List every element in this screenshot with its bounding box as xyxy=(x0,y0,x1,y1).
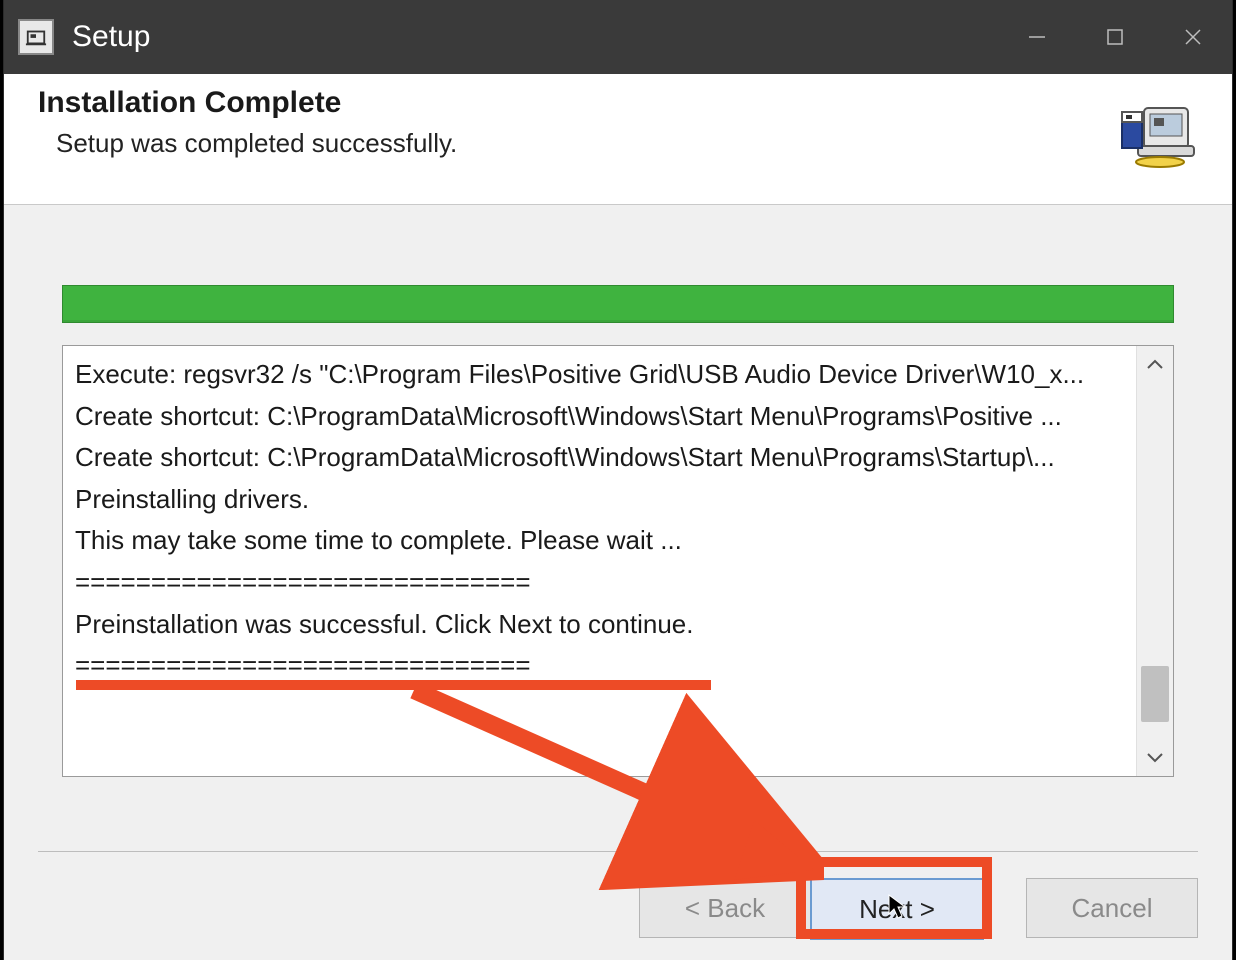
close-icon xyxy=(1183,27,1203,47)
back-button-label: < Back xyxy=(685,893,765,924)
progress-bar xyxy=(62,285,1174,323)
window-title: Setup xyxy=(72,20,150,54)
annotation-underline xyxy=(76,680,711,690)
button-row: < Back Next > Cancel xyxy=(38,878,1198,940)
minimize-icon xyxy=(1027,27,1047,47)
body-panel: Execute: regsvr32 /s "C:\Program Files\P… xyxy=(4,205,1232,777)
titlebar: Setup xyxy=(4,0,1232,74)
page-title: Installation Complete xyxy=(38,86,1198,120)
log-line: Preinstallation was successful. Click Ne… xyxy=(75,604,1133,646)
log-content: Execute: regsvr32 /s "C:\Program Files\P… xyxy=(75,354,1133,687)
next-button[interactable]: Next > xyxy=(810,878,984,940)
log-line: This may take some time to complete. Ple… xyxy=(75,520,1133,562)
scroll-up-button[interactable] xyxy=(1137,346,1173,382)
log-line: ============================== xyxy=(75,562,1133,604)
window-controls xyxy=(998,0,1232,74)
close-button[interactable] xyxy=(1154,0,1232,74)
next-button-label: Next > xyxy=(859,894,935,925)
log-line: Create shortcut: C:\ProgramData\Microsof… xyxy=(75,437,1133,479)
header-panel: Installation Complete Setup was complete… xyxy=(4,74,1232,205)
chevron-up-icon xyxy=(1146,358,1164,370)
maximize-icon xyxy=(1106,28,1124,46)
setup-window: Setup Installation Complete Setup was co… xyxy=(4,0,1232,960)
scroll-thumb[interactable] xyxy=(1141,666,1169,722)
maximize-button[interactable] xyxy=(1076,0,1154,74)
cancel-button[interactable]: Cancel xyxy=(1026,878,1198,938)
footer-separator xyxy=(38,851,1198,852)
scroll-down-button[interactable] xyxy=(1137,740,1173,776)
log-line: Preinstalling drivers. xyxy=(75,479,1133,521)
log-line: Create shortcut: C:\ProgramData\Microsof… xyxy=(75,396,1133,438)
page-subtitle: Setup was completed successfully. xyxy=(56,128,1198,159)
installer-icon xyxy=(1114,90,1198,179)
log-line: Execute: regsvr32 /s "C:\Program Files\P… xyxy=(75,354,1133,396)
minimize-button[interactable] xyxy=(998,0,1076,74)
footer: < Back Next > Cancel xyxy=(4,851,1232,960)
log-output: Execute: regsvr32 /s "C:\Program Files\P… xyxy=(62,345,1174,777)
cancel-button-label: Cancel xyxy=(1072,893,1153,924)
log-scrollbar[interactable] xyxy=(1136,346,1173,776)
app-icon xyxy=(18,19,54,55)
chevron-down-icon xyxy=(1146,752,1164,764)
back-button[interactable]: < Back xyxy=(639,878,811,938)
